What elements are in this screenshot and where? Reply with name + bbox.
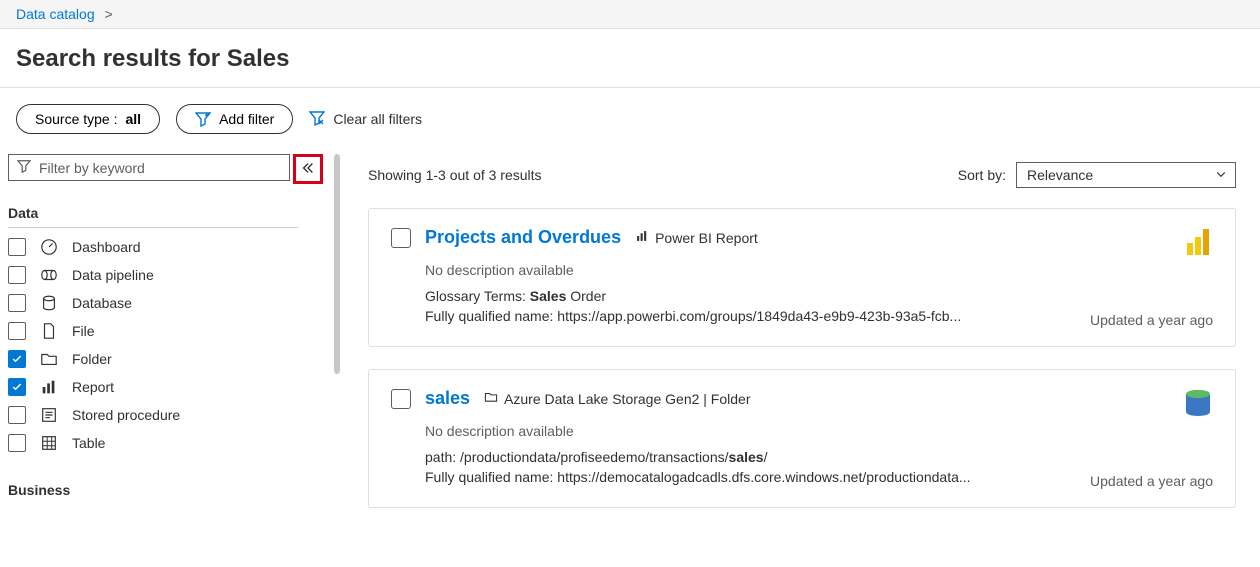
result-type: Azure Data Lake Storage Gen2 | Folder [484, 390, 750, 407]
facet-label: File [72, 323, 95, 339]
result-card[interactable]: sales Azure Data Lake Storage Gen2 | Fold… [368, 369, 1236, 508]
facet-label: Database [72, 295, 132, 311]
facet-checkbox[interactable] [8, 350, 26, 368]
facet-checkbox[interactable] [8, 322, 26, 340]
facet-label: Dashboard [72, 239, 141, 255]
facet-item-table[interactable]: Table [8, 434, 290, 452]
pipeline-icon [40, 266, 58, 284]
file-icon [40, 322, 58, 340]
powerbi-icon [1181, 225, 1215, 262]
facet-label: Table [72, 435, 105, 451]
facet-label: Report [72, 379, 114, 395]
add-filter-button[interactable]: Add filter [176, 104, 293, 134]
filter-add-icon [195, 111, 211, 127]
clear-all-label: Clear all filters [333, 111, 422, 127]
chevron-double-left-icon [301, 161, 315, 178]
breadcrumb-root[interactable]: Data catalog [16, 6, 95, 22]
sort-label: Sort by: [958, 167, 1006, 183]
folderout-icon [484, 390, 498, 407]
bars-icon [635, 229, 649, 246]
facet-checkbox[interactable] [8, 378, 26, 396]
adls-icon [1181, 386, 1215, 423]
filter-bar: Source type : all Add filter Clear all f… [0, 88, 1260, 154]
facet-label: Folder [72, 351, 112, 367]
result-checkbox[interactable] [391, 389, 411, 409]
filter-sidebar: Data Dashboard Data pipeline Database File Fo… [0, 154, 290, 561]
facet-item-data-pipeline[interactable]: Data pipeline [8, 266, 290, 284]
breadcrumb-separator: > [105, 6, 113, 22]
facet-group-header: Business [8, 482, 290, 498]
sidebar-scrollbar[interactable] [332, 154, 342, 561]
facet-checkbox[interactable] [8, 238, 26, 256]
facet-label: Data pipeline [72, 267, 154, 283]
facet-item-file[interactable]: File [8, 322, 290, 340]
add-filter-label: Add filter [219, 111, 274, 127]
results-count: Showing 1-3 out of 3 results [368, 167, 542, 183]
result-card[interactable]: Projects and Overdues Power BI Report No d… [368, 208, 1236, 347]
folder-icon [40, 350, 58, 368]
no-description: No description available [425, 423, 1213, 439]
sidebar-scrollbar-thumb[interactable] [334, 154, 340, 374]
grid-icon [40, 434, 58, 452]
result-title[interactable]: Projects and Overdues [425, 227, 621, 248]
sort-select[interactable]: Relevance [1016, 162, 1236, 188]
sort-value: Relevance [1027, 167, 1093, 183]
result-meta-line: path: /productiondata/profiseedemo/trans… [425, 449, 1213, 465]
database-icon [40, 294, 58, 312]
result-meta-line: Glossary Terms: Sales Order [425, 288, 1213, 304]
source-type-prefix: Source type : [35, 111, 118, 127]
filter-keyword-wrap[interactable] [8, 154, 290, 181]
filter-icon [17, 159, 31, 176]
filter-keyword-input[interactable] [39, 160, 281, 176]
bars-icon [40, 378, 58, 396]
result-updated: Updated a year ago [1090, 312, 1213, 328]
gauge-icon [40, 238, 58, 256]
result-type: Power BI Report [635, 229, 758, 246]
facet-item-database[interactable]: Database [8, 294, 290, 312]
facet-checkbox[interactable] [8, 406, 26, 424]
chevron-down-icon [1215, 167, 1227, 183]
facet-label: Stored procedure [72, 407, 180, 423]
facet-checkbox[interactable] [8, 434, 26, 452]
facet-checkbox[interactable] [8, 266, 26, 284]
sp-icon [40, 406, 58, 424]
collapse-sidebar-button[interactable] [293, 154, 323, 184]
clear-all-filters-button[interactable]: Clear all filters [309, 110, 422, 129]
no-description: No description available [425, 262, 1213, 278]
facet-item-folder[interactable]: Folder [8, 350, 290, 368]
result-title[interactable]: sales [425, 388, 470, 409]
facet-item-dashboard[interactable]: Dashboard [8, 238, 290, 256]
source-type-value: all [126, 111, 142, 127]
facet-item-report[interactable]: Report [8, 378, 290, 396]
facet-group-header: Data [8, 205, 290, 221]
page-title: Search results for Sales [0, 29, 1260, 88]
filter-clear-icon [309, 110, 325, 129]
facet-checkbox[interactable] [8, 294, 26, 312]
breadcrumb: Data catalog > [0, 0, 1260, 29]
result-checkbox[interactable] [391, 228, 411, 248]
facet-item-stored-procedure[interactable]: Stored procedure [8, 406, 290, 424]
source-type-filter[interactable]: Source type : all [16, 104, 160, 134]
result-updated: Updated a year ago [1090, 473, 1213, 489]
